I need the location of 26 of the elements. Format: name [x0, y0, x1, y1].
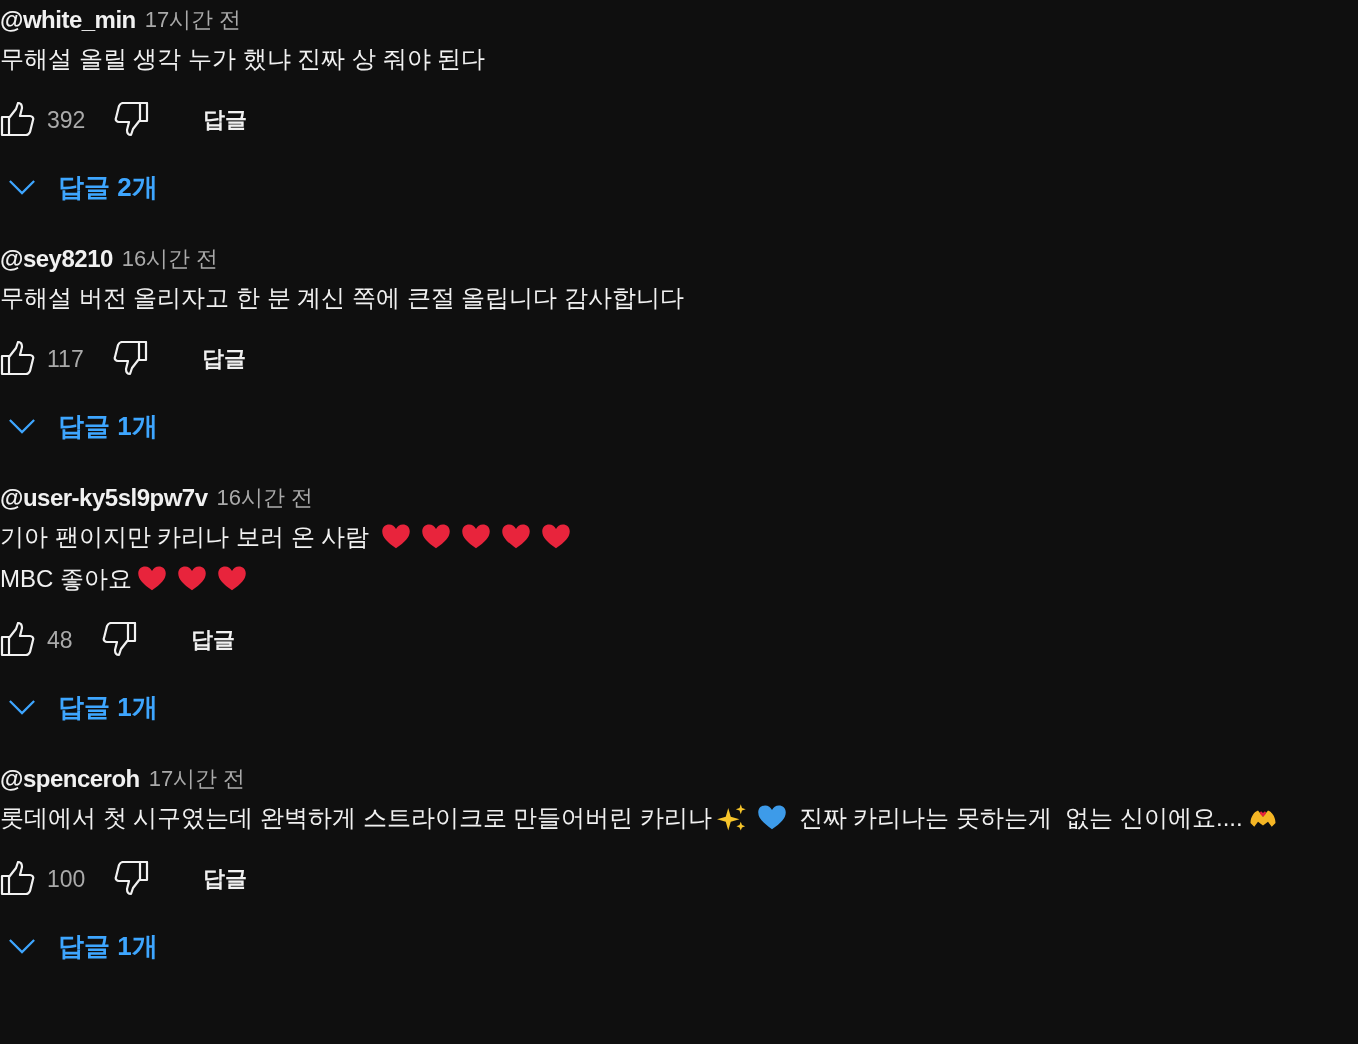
username[interactable]: @white_min — [0, 6, 136, 34]
reply-button[interactable]: 답글 — [176, 619, 249, 661]
like-count: 100 — [47, 865, 86, 893]
username[interactable]: @sey8210 — [0, 245, 113, 273]
reply-button[interactable]: 답글 — [187, 338, 260, 380]
comment-text: 무해설 올릴 생각 누가 했냐 진짜 상 줘야 된다 — [0, 44, 486, 74]
comment-text: MBC 좋아요 — [0, 564, 132, 594]
username[interactable]: @user-ky5sl9pw7v — [0, 484, 208, 512]
comment-text: 롯데에서 첫 시구였는데 완벽하게 스트라이크로 만들어버린 카리나 — [0, 803, 712, 833]
reply-button[interactable]: 답글 — [189, 99, 262, 141]
timestamp: 17시간 전 — [144, 6, 242, 34]
replies-link[interactable]: 답글 1개 — [58, 408, 158, 444]
reply-button[interactable]: 답글 — [189, 858, 262, 900]
timestamp: 17시간 전 — [148, 765, 246, 793]
like-count: 392 — [47, 106, 86, 134]
timestamp: 16시간 전 — [216, 484, 314, 512]
comment-text: 무해설 버전 올리자고 한 분 계신 쪽에 큰절 올립니다 감사합니다 — [0, 283, 684, 313]
username[interactable]: @spenceroh — [0, 765, 140, 793]
like-count: 117 — [47, 345, 84, 373]
like-count: 48 — [47, 626, 73, 654]
comment-text: 진짜 카리나는 못하는게 없는 신이에요.... — [797, 803, 1243, 833]
replies-link[interactable]: 답글 1개 — [58, 928, 158, 964]
replies-link[interactable]: 답글 2개 — [58, 169, 158, 205]
timestamp: 16시간 전 — [121, 245, 219, 273]
replies-link[interactable]: 답글 1개 — [58, 689, 158, 725]
comment-text: 기아 팬이지만 카리나 보러 온 사람 — [0, 522, 371, 552]
